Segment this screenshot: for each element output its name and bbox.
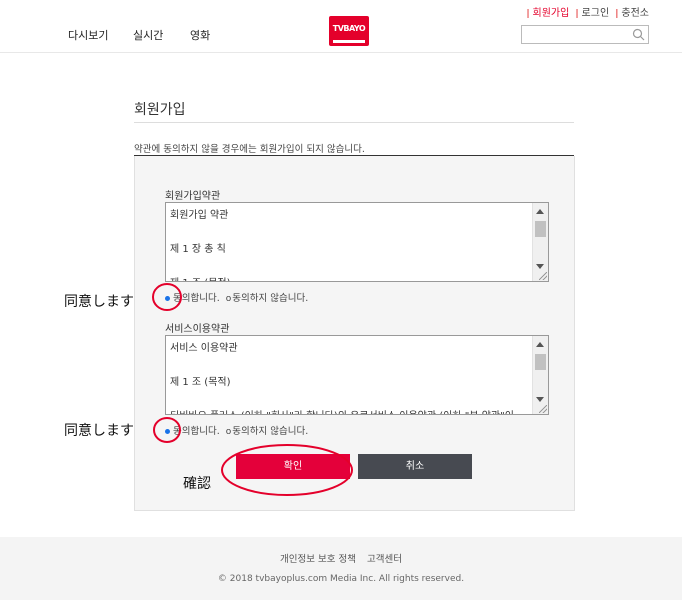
disagree-label[interactable]: 동의하지 않습니다. bbox=[232, 426, 308, 437]
disagree-label[interactable]: 동의하지 않습니다. bbox=[232, 293, 308, 304]
signup-terms-scrollbar[interactable] bbox=[532, 203, 548, 281]
scroll-up-arrow-icon[interactable] bbox=[536, 342, 544, 347]
agree-radio-selected[interactable] bbox=[165, 428, 170, 434]
signup-terms-textarea[interactable]: 회원가입 약관 제 1 장 총 칙 제 1 조 (목적) bbox=[165, 202, 549, 282]
service-terms-label: 서비스이용약관 bbox=[165, 324, 230, 335]
resize-grip-icon[interactable] bbox=[539, 272, 547, 280]
service-terms-text: 서비스 이용약관 제 1 조 (목적) 티비바요 플러스 (이하 "회사"라 합… bbox=[170, 343, 514, 414]
search-input[interactable] bbox=[522, 30, 634, 47]
agree-label[interactable]: 동의합니다. bbox=[173, 426, 220, 437]
page-title: 회원가입 bbox=[134, 102, 186, 118]
copyright: © 2018 tvbayoplus.com Media Inc. All rig… bbox=[217, 574, 465, 584]
search-box bbox=[521, 25, 649, 47]
signup-terms-consent: 동의합니다. o동의하지 않습니다. bbox=[164, 290, 308, 304]
agree-radio-selected[interactable] bbox=[165, 295, 170, 301]
nav-live[interactable]: 실시간 bbox=[133, 27, 163, 43]
signup-terms-text: 회원가입 약관 제 1 장 총 칙 제 1 조 (목적) bbox=[170, 210, 231, 281]
terms-notice: 약관에 동의하지 않을 경우에는 회원가입이 되지 않습니다. bbox=[134, 144, 365, 155]
charge-link[interactable]: 충전소 bbox=[621, 8, 649, 19]
footer-links: 개인정보 보호 정책 고객센터 bbox=[0, 551, 682, 565]
privacy-policy-link[interactable]: 개인정보 보호 정책 bbox=[280, 554, 356, 565]
login-link[interactable]: 로그인 bbox=[582, 8, 610, 19]
service-terms-textarea[interactable]: 서비스 이용약관 제 1 조 (목적) 티비바요 플러스 (이하 "회사"라 합… bbox=[165, 335, 549, 415]
agree-label[interactable]: 동의합니다. bbox=[173, 293, 220, 304]
scroll-thumb[interactable] bbox=[535, 354, 546, 370]
title-divider bbox=[134, 122, 574, 123]
search-icon[interactable] bbox=[632, 28, 645, 41]
site-footer: 개인정보 보호 정책 고객센터 © 2018 tvbayoplus.com Me… bbox=[0, 537, 682, 600]
customer-center-link[interactable]: 고객센터 bbox=[367, 554, 402, 565]
confirm-button[interactable]: 확인 bbox=[236, 454, 350, 479]
annotation-agree-2: 同意します bbox=[64, 423, 134, 439]
site-header: 다시보기 실시간 영화 TVBAYO | 회원가입 | 로그인 | 충전소 bbox=[0, 0, 682, 53]
scroll-down-arrow-icon[interactable] bbox=[536, 264, 544, 269]
logo-text: TVBAYO bbox=[332, 24, 366, 33]
nav-replay[interactable]: 다시보기 bbox=[68, 27, 108, 43]
disagree-radio[interactable]: o bbox=[226, 427, 232, 437]
top-links: | 회원가입 | 로그인 | 충전소 bbox=[526, 8, 649, 19]
scroll-up-arrow-icon[interactable] bbox=[536, 209, 544, 214]
annotation-agree-1: 同意します bbox=[64, 294, 134, 310]
nav-movie[interactable]: 영화 bbox=[190, 27, 210, 43]
service-terms-consent: 동의합니다. o동의하지 않습니다. bbox=[164, 423, 308, 437]
logo-underline bbox=[333, 40, 365, 43]
annotation-confirm: 確認 bbox=[183, 476, 211, 492]
signup-terms-label: 회원가입약관 bbox=[165, 191, 221, 202]
service-terms-scrollbar[interactable] bbox=[532, 336, 548, 414]
resize-grip-icon[interactable] bbox=[539, 405, 547, 413]
site-logo[interactable]: TVBAYO bbox=[329, 16, 369, 46]
scroll-down-arrow-icon[interactable] bbox=[536, 397, 544, 402]
signup-link[interactable]: 회원가입 bbox=[533, 8, 570, 19]
disagree-radio[interactable]: o bbox=[226, 294, 232, 304]
cancel-button[interactable]: 취소 bbox=[358, 454, 472, 479]
scroll-thumb[interactable] bbox=[535, 221, 546, 237]
